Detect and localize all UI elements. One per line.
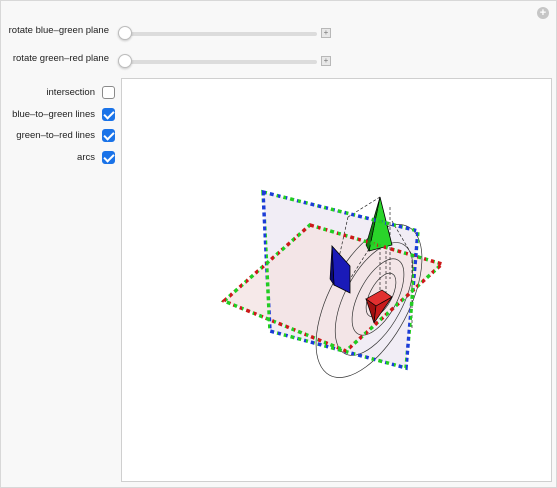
blue-green-lines-checkbox[interactable] <box>102 108 115 121</box>
checkbox-row-blue-green[interactable]: blue–to–green lines <box>1 107 119 125</box>
add-icon[interactable]: + <box>537 7 549 19</box>
checkbox-row-arcs[interactable]: arcs <box>1 150 119 168</box>
checkbox-label: arcs <box>77 152 95 163</box>
control-panel: + rotate blue–green plane + rotate green… <box>0 0 557 488</box>
checkbox-label: green–to–red lines <box>16 130 95 141</box>
slider-label: rotate green–red plane <box>12 53 109 64</box>
slider-track[interactable] <box>121 60 317 64</box>
slider-track[interactable] <box>121 32 317 36</box>
slider-green-red[interactable]: rotate green–red plane + <box>1 51 341 71</box>
slider-thumb[interactable] <box>118 54 132 68</box>
checkbox-row-green-red[interactable]: green–to–red lines <box>1 128 119 146</box>
green-red-lines-checkbox[interactable] <box>102 129 115 142</box>
checkbox-row-intersection[interactable]: intersection <box>1 85 119 103</box>
3d-plot-area[interactable] <box>121 78 552 482</box>
slider-blue-green[interactable]: rotate blue–green plane + <box>1 23 341 43</box>
expand-icon[interactable]: + <box>321 28 331 38</box>
3d-graphic[interactable] <box>122 79 553 483</box>
slider-label: rotate blue–green plane <box>8 25 109 36</box>
checkbox-label: intersection <box>46 87 95 98</box>
checkbox-label: blue–to–green lines <box>12 109 95 120</box>
slider-thumb[interactable] <box>118 26 132 40</box>
arcs-checkbox[interactable] <box>102 151 115 164</box>
intersection-checkbox[interactable] <box>102 86 115 99</box>
expand-icon[interactable]: + <box>321 56 331 66</box>
